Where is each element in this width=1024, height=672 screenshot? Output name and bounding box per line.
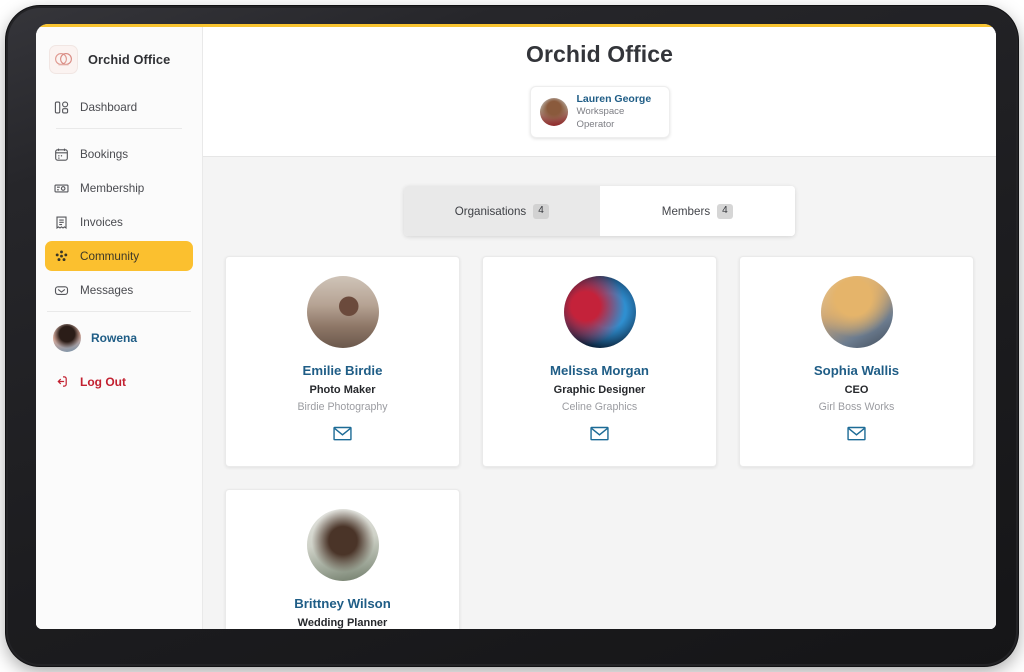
operator-info: Lauren George Workspace Operator [577,93,660,131]
member-role: Graphic Designer [553,384,646,397]
member-role: Wedding Planner [297,617,388,629]
tab-bar: Organisations 4 Members 4 [404,186,795,237]
member-card[interactable]: Emilie Birdie Photo Maker Birdie Photogr… [225,256,460,468]
screen: Orchid Office Dashboard Bookings Members… [36,24,996,629]
sidebar-divider-top [56,128,182,129]
member-name[interactable]: Melissa Morgan [497,363,702,378]
tab-count-badge: 4 [533,203,549,219]
sidebar-user[interactable]: Rowena [36,322,202,354]
sidebar-item-label: Messages [80,283,134,297]
sidebar-divider-bottom [47,311,191,312]
sidebar-item-label: Invoices [80,215,123,229]
sidebar-item-dashboard[interactable]: Dashboard [45,92,193,122]
envelope-icon[interactable] [590,426,609,441]
sidebar: Orchid Office Dashboard Bookings Members… [36,27,203,629]
member-organisation: Girl Boss Works [818,401,895,414]
sidebar-item-label: Community [80,249,140,263]
member-card[interactable]: Sophia Wallis CEO Girl Boss Works [739,256,974,468]
member-name[interactable]: Sophia Wallis [754,363,959,378]
tab-label: Organisations [454,204,527,218]
laptop-bezel: Orchid Office Dashboard Bookings Members… [6,6,1018,666]
envelope-icon[interactable] [333,426,352,441]
operator-chip[interactable]: Lauren George Workspace Operator [529,86,670,139]
main-content: Orchid Office Lauren George Workspace Op… [203,27,996,629]
avatar [306,276,379,349]
orchid-rings-logo-icon [49,45,78,74]
sidebar-item-label: Dashboard [80,100,138,114]
brand-name: Orchid Office [88,52,171,67]
sidebar-item-bookings[interactable]: Bookings [45,139,193,169]
message-icon [53,282,69,298]
operator-name: Lauren George [576,93,652,105]
content-scroll-area[interactable]: Organisations 4 Members 4 Emilie Birdie [203,157,996,629]
avatar [563,276,636,349]
invoice-icon [53,214,69,230]
tab-label: Members [661,204,711,218]
sidebar-item-membership[interactable]: Membership [45,173,193,203]
member-name[interactable]: Emilie Birdie [240,363,445,378]
sidebar-item-label: Bookings [80,147,129,161]
member-role: Photo Maker [309,384,376,397]
logout-icon [54,374,69,389]
member-role: CEO [844,384,869,397]
sidebar-item-community[interactable]: Community [45,241,193,271]
sidebar-nav: Dashboard Bookings Membership Invoices C… [36,92,202,305]
calendar-icon [53,146,69,162]
avatar [306,509,379,582]
tab-members[interactable]: Members 4 [599,186,795,237]
logout-button[interactable]: Log Out [36,374,202,389]
app-window: Orchid Office Dashboard Bookings Members… [36,27,996,629]
member-name[interactable]: Brittney Wilson [240,596,445,611]
avatar [820,276,893,349]
sidebar-item-messages[interactable]: Messages [45,275,193,305]
avatar [53,324,81,352]
dashboard-icon [53,99,69,115]
operator-avatar [539,98,568,127]
community-icon [53,248,69,264]
tab-organisations[interactable]: Organisations 4 [404,186,600,237]
member-card[interactable]: Brittney Wilson Wedding Planner Wilson W… [225,489,460,629]
member-card[interactable]: Melissa Morgan Graphic Designer Celine G… [482,256,717,468]
page-header: Orchid Office Lauren George Workspace Op… [203,27,996,158]
sidebar-item-label: Membership [80,181,145,195]
member-organisation: Birdie Photography [297,401,388,414]
logout-label: Log Out [80,374,126,389]
members-grid: Emilie Birdie Photo Maker Birdie Photogr… [225,256,974,629]
membership-card-icon [53,180,69,196]
tab-count-badge: 4 [717,203,733,219]
sidebar-user-name: Rowena [91,331,138,345]
operator-role: Workspace Operator [576,106,625,130]
brand[interactable]: Orchid Office [36,37,202,82]
member-organisation: Celine Graphics [561,401,638,414]
sidebar-item-invoices[interactable]: Invoices [45,207,193,237]
page-title: Orchid Office [526,41,673,67]
envelope-icon[interactable] [847,426,866,441]
